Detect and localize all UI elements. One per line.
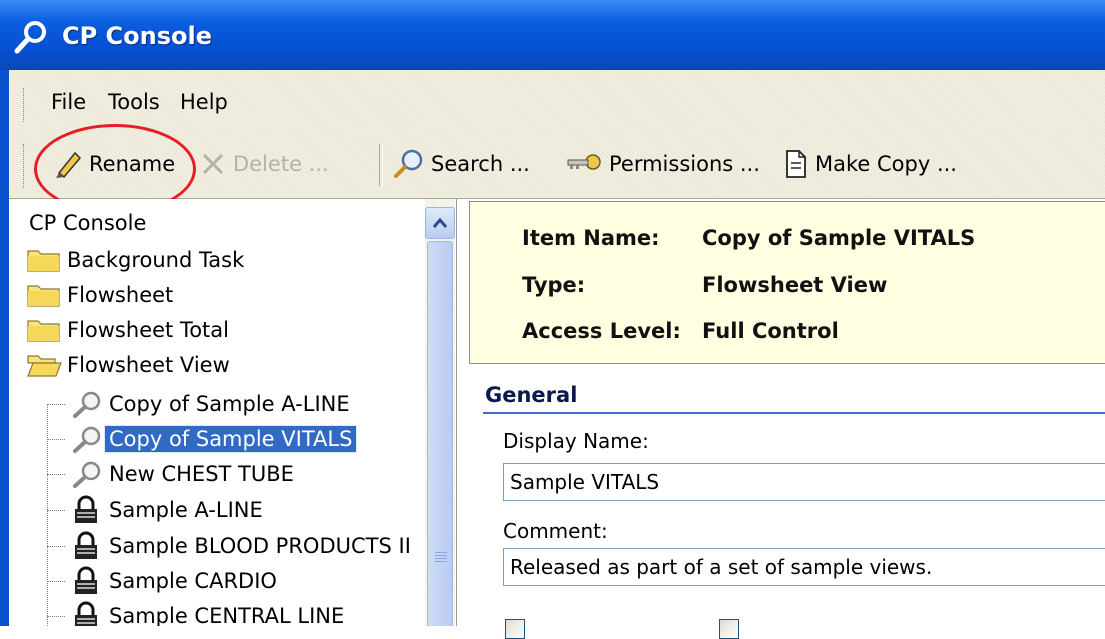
tree-item-label: Sample CENTRAL LINE	[109, 604, 345, 626]
tree-item-flowsheet-view[interactable]: Flowsheet View	[23, 348, 234, 382]
general-section-title: General	[485, 383, 578, 407]
chevron-up-icon	[432, 217, 448, 228]
tree-item-sample-blood-products[interactable]: Sample BLOOD PRODUCTS II	[65, 529, 415, 563]
option-checkbox[interactable]	[719, 619, 739, 639]
option-checkbox[interactable]	[505, 619, 525, 639]
folder-icon	[27, 250, 60, 272]
rename-button[interactable]: Rename	[53, 146, 175, 182]
toolbar: Rename Delete ... Search ... Permissions…	[9, 132, 1105, 199]
keys-icon	[567, 154, 601, 170]
access-level-value: Full Control	[702, 319, 839, 343]
menu-help[interactable]: Help	[180, 90, 228, 114]
tree-item-copy-sample-vitals[interactable]: Copy of Sample VITALS	[65, 422, 358, 456]
tree-item-label: Background Task	[67, 248, 245, 272]
tree-item-flowsheet[interactable]: Flowsheet	[23, 278, 177, 312]
pencil-icon	[56, 151, 82, 179]
folder-open-icon	[27, 355, 62, 377]
folder-icon	[27, 320, 60, 342]
type-label: Type:	[522, 273, 586, 297]
type-value: Flowsheet View	[702, 273, 888, 297]
item-name-label: Item Name:	[522, 226, 660, 250]
rename-label: Rename	[89, 152, 176, 176]
tree-item-label: Flowsheet View	[67, 353, 230, 377]
scroll-up-button[interactable]	[425, 207, 455, 239]
tree-pane: CP Console Background Task Flowsheet Flo…	[9, 199, 457, 626]
tree-item-sample-central-line[interactable]: Sample CENTRAL LINE	[65, 599, 348, 626]
comment-field[interactable]	[503, 548, 1105, 586]
lock-icon	[75, 531, 97, 559]
tree-scrollbar[interactable]	[425, 199, 455, 626]
window-frame	[0, 70, 9, 626]
section-divider	[483, 412, 1105, 414]
details-pane: Item Name: Copy of Sample VITALS Type: F…	[457, 199, 1105, 639]
make-copy-button[interactable]: Make Copy ...	[783, 146, 957, 182]
comment-label: Comment:	[503, 519, 608, 543]
title-bar: CP Console	[0, 0, 1105, 70]
tree-item-label: Flowsheet	[67, 283, 174, 307]
lock-icon	[75, 601, 97, 626]
delete-label: Delete ...	[233, 152, 329, 176]
tree-item-label: New CHEST TUBE	[109, 462, 294, 486]
tree-connector	[47, 439, 65, 440]
menu-bar: File Tools Help	[9, 70, 1105, 132]
tree-item-label: Copy of Sample VITALS	[103, 425, 358, 453]
thumb-grip	[435, 552, 447, 562]
tree-item-label: Copy of Sample A-LINE	[109, 392, 350, 416]
tree-item-new-chest-tube[interactable]: New CHEST TUBE	[65, 457, 298, 491]
tree-item-sample-cardio[interactable]: Sample CARDIO	[65, 564, 281, 598]
tree-item-copy-sample-a-line[interactable]: Copy of Sample A-LINE	[65, 387, 354, 421]
tree-connector	[47, 474, 65, 475]
document-copy-icon	[786, 150, 806, 178]
search-button[interactable]: Search ...	[393, 146, 530, 182]
access-level-label: Access Level:	[522, 319, 681, 343]
toolbar-grip	[23, 144, 28, 188]
tree-connector	[47, 510, 65, 511]
tree-connector	[47, 546, 65, 547]
search-label: Search ...	[431, 152, 530, 176]
tree-root[interactable]: CP Console	[29, 211, 146, 235]
menu-file[interactable]: File	[51, 90, 86, 114]
scroll-thumb[interactable]	[427, 241, 453, 626]
permissions-label: Permissions ...	[609, 152, 760, 176]
menu-tools[interactable]: Tools	[108, 90, 160, 114]
tree-item-sample-a-line[interactable]: Sample A-LINE	[65, 493, 267, 527]
key-wrench-icon	[14, 21, 46, 54]
tree-item-label: Flowsheet Total	[67, 318, 229, 342]
display-name-label: Display Name:	[503, 429, 649, 453]
tree-item-label: Sample CARDIO	[109, 569, 277, 593]
folder-icon	[27, 285, 60, 307]
tree-connector	[47, 581, 65, 582]
tree-connector	[47, 404, 65, 405]
toolbar-separator	[379, 144, 383, 186]
tree-item-background-task[interactable]: Background Task	[23, 243, 248, 277]
item-name-value: Copy of Sample VITALS	[702, 226, 976, 250]
lock-icon	[75, 566, 97, 594]
permissions-button[interactable]: Permissions ...	[565, 146, 760, 182]
tree-item-label: Sample BLOOD PRODUCTS II	[109, 534, 411, 558]
make-copy-label: Make Copy ...	[815, 152, 957, 176]
tree-item-label: Sample A-LINE	[109, 498, 263, 522]
lock-icon	[75, 495, 97, 523]
magnifier-icon	[73, 391, 101, 418]
tree-item-flowsheet-total[interactable]: Flowsheet Total	[23, 313, 233, 347]
item-info-box: Item Name: Copy of Sample VITALS Type: F…	[469, 201, 1105, 364]
window-title: CP Console	[62, 22, 213, 50]
display-name-field[interactable]	[503, 463, 1105, 501]
tree-connector	[47, 616, 65, 617]
magnifier-icon	[73, 426, 101, 453]
delete-x-icon	[202, 153, 224, 175]
delete-button[interactable]: Delete ...	[199, 146, 329, 182]
magnifier-icon	[73, 461, 101, 488]
search-icon	[394, 149, 423, 178]
menu-grip	[23, 88, 28, 122]
